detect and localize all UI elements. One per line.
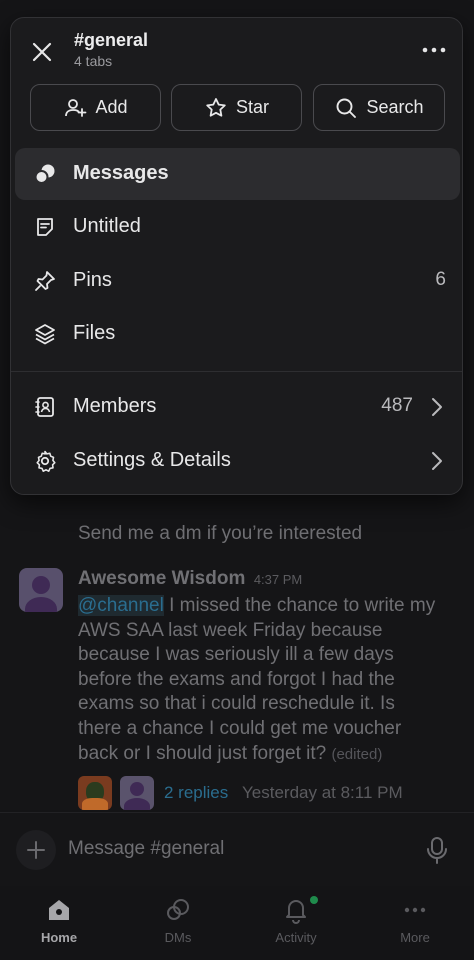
nav-home-label: Home xyxy=(40,930,78,945)
settings-details-label: Settings & Details xyxy=(73,449,231,471)
nav-more-label: More xyxy=(400,930,430,945)
channel-menu-sheet: #general 4 tabs Add Star Search Messages xyxy=(10,17,463,495)
star-button[interactable]: Star xyxy=(171,84,302,131)
reply-avatar xyxy=(120,776,154,810)
reply-avatar xyxy=(78,776,112,810)
message-timestamp: 4:37 PM xyxy=(253,572,303,587)
home-icon xyxy=(49,900,69,920)
tab-pins[interactable]: Pins 6 xyxy=(15,255,460,307)
avatar[interactable] xyxy=(19,568,63,612)
tab-messages-label: Messages xyxy=(73,162,169,184)
message-input[interactable]: Message #general xyxy=(68,838,224,860)
bottom-nav: Home DMs Activity More xyxy=(0,886,474,960)
channel-title: #general xyxy=(74,30,149,50)
message-text: I missed the chance to write my AWS SAA … xyxy=(78,595,436,764)
tab-messages[interactable]: Messages xyxy=(15,148,460,200)
thread-summary[interactable]: 2 replies Yesterday at 8:11 PM xyxy=(78,776,458,810)
gear-icon xyxy=(36,450,56,472)
tab-untitled[interactable]: Untitled xyxy=(15,201,460,253)
more-options-icon[interactable] xyxy=(421,40,447,60)
pin-icon xyxy=(35,271,55,291)
activity-badge xyxy=(310,896,318,904)
star-button-label: Star xyxy=(235,97,269,117)
layers-icon xyxy=(35,324,55,345)
bell-icon xyxy=(286,900,306,924)
nav-dms-label: DMs xyxy=(164,930,192,945)
members-item[interactable]: Members 487 xyxy=(15,381,460,433)
tab-files-label: Files xyxy=(73,322,116,344)
members-label: Members xyxy=(73,395,157,417)
chevron-right-icon xyxy=(432,452,442,470)
search-icon xyxy=(337,98,357,118)
edited-label: (edited) xyxy=(331,745,383,763)
plus-icon xyxy=(27,841,45,859)
message-header: Awesome Wisdom 4:37 PM xyxy=(78,568,302,590)
add-button[interactable]: Add xyxy=(30,84,161,131)
divider xyxy=(11,371,462,372)
previous-message-line: Send me a dm if you’re interested xyxy=(78,523,363,544)
add-person-icon xyxy=(65,98,87,117)
nav-activity-label: Activity xyxy=(275,930,317,945)
message-body: @channel I missed the chance to write my… xyxy=(78,594,438,767)
search-button[interactable]: Search xyxy=(313,84,445,131)
message-composer: Message #general xyxy=(0,812,474,886)
channel-subtitle: 4 tabs xyxy=(74,53,113,69)
attach-button[interactable] xyxy=(16,830,56,870)
pins-count: 6 xyxy=(435,269,446,290)
microphone-icon[interactable] xyxy=(424,835,450,865)
nav-activity[interactable]: Activity xyxy=(251,892,341,956)
star-icon xyxy=(206,97,226,117)
dms-icon xyxy=(167,899,189,920)
tab-untitled-label: Untitled xyxy=(73,215,141,237)
members-icon xyxy=(35,397,54,417)
search-button-label: Search xyxy=(366,97,424,117)
add-button-label: Add xyxy=(95,97,128,117)
last-reply-time: Yesterday at 8:11 PM xyxy=(242,783,403,802)
canvas-icon xyxy=(37,218,53,236)
channel-mention[interactable]: @channel xyxy=(78,595,164,616)
nav-home[interactable]: Home xyxy=(14,892,104,956)
replies-link[interactable]: 2 replies xyxy=(164,783,228,803)
chevron-right-icon xyxy=(432,398,442,416)
tab-pins-label: Pins xyxy=(73,269,112,291)
tab-files[interactable]: Files xyxy=(15,308,460,360)
close-icon[interactable] xyxy=(29,39,55,65)
nav-more[interactable]: More xyxy=(370,892,460,956)
nav-dms[interactable]: DMs xyxy=(133,892,223,956)
members-count: 487 xyxy=(381,395,413,416)
message-author[interactable]: Awesome Wisdom xyxy=(78,568,245,589)
messages-icon xyxy=(34,164,55,184)
more-icon xyxy=(404,907,426,913)
settings-details-item[interactable]: Settings & Details xyxy=(15,435,460,487)
